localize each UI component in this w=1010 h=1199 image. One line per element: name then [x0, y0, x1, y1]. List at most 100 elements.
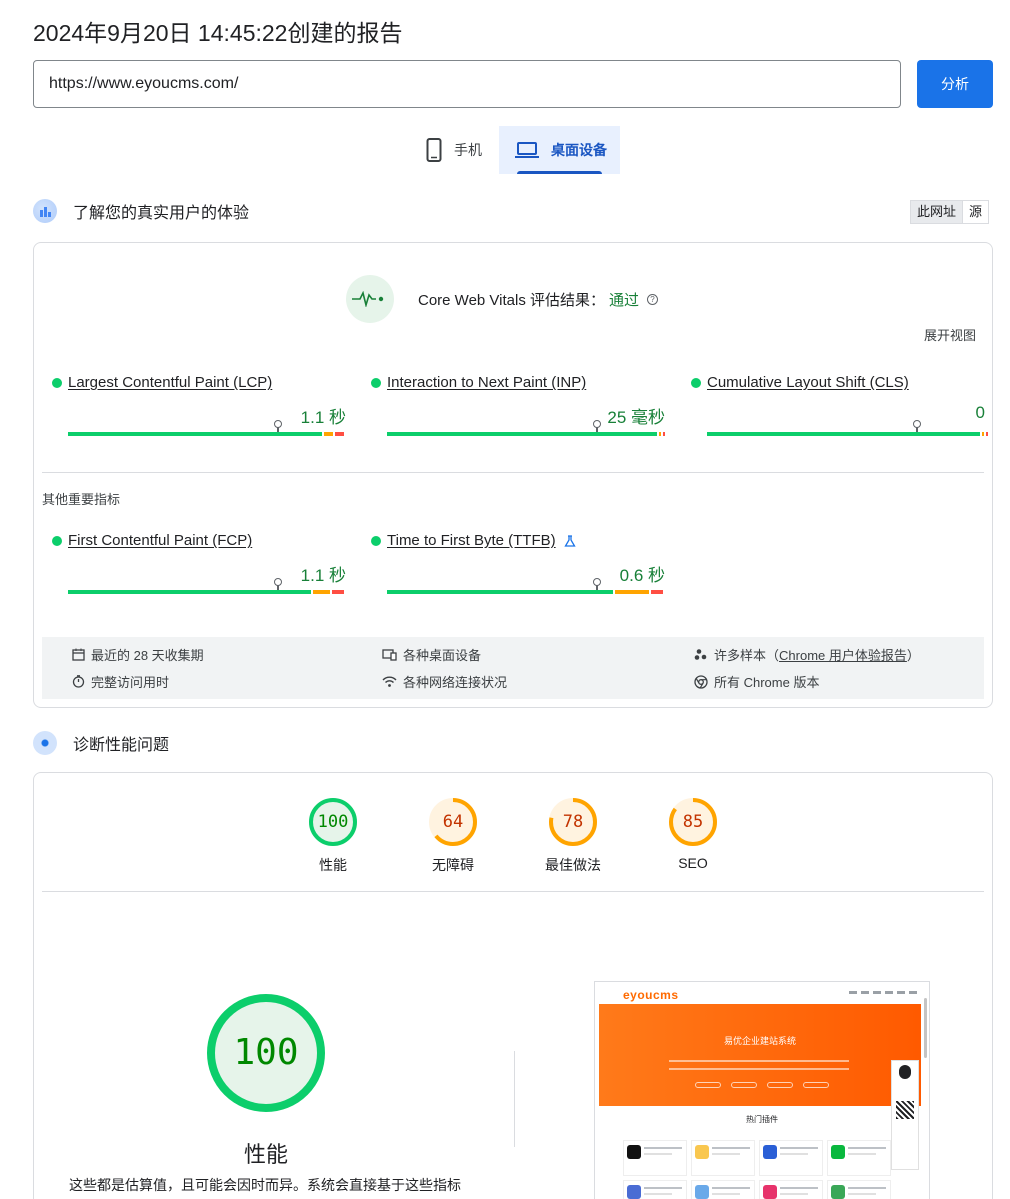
metric-inp-value: 25 毫秒	[607, 408, 665, 427]
qq-icon	[899, 1065, 911, 1079]
metric-lcp-distribution	[68, 420, 346, 439]
crux-icon	[33, 199, 57, 223]
score-best-practices-value: 78	[562, 812, 584, 832]
score-accessibility-ring: 64	[428, 797, 478, 847]
toggle-origin[interactable]: 源	[963, 201, 988, 223]
calendar-icon	[72, 648, 85, 661]
screenshot-hot-title: 热门插件	[746, 1115, 778, 1124]
tab-mobile[interactable]: 手机	[418, 126, 499, 174]
good-dot-icon	[52, 535, 62, 546]
tab-desktop[interactable]: 桌面设备	[499, 126, 620, 174]
score-performance-value: 100	[317, 812, 349, 832]
flask-icon	[563, 534, 576, 547]
metric-cls-name[interactable]: Cumulative Layout Shift (CLS)	[707, 374, 909, 391]
poor-segment	[651, 590, 663, 594]
good-segment	[68, 432, 322, 436]
poor-segment	[332, 590, 344, 594]
expand-view-link[interactable]: 展开视图	[924, 325, 976, 344]
good-dot-icon	[371, 535, 381, 546]
info-duration-text: 完整访问用时	[91, 675, 170, 690]
score-performance-label: 性能	[319, 857, 347, 873]
divider	[42, 472, 984, 473]
score-best-practices[interactable]: 78 最佳做法	[528, 797, 618, 875]
samples-icon	[694, 649, 707, 660]
poor-segment	[663, 432, 666, 436]
good-dot-icon	[52, 377, 62, 388]
average-segment	[614, 590, 650, 594]
metric-inp: Interaction to Next Paint (INP) 25 毫秒	[371, 374, 666, 439]
vertical-divider	[514, 1051, 515, 1147]
metric-fcp-name[interactable]: First Contentful Paint (FCP)	[68, 532, 252, 549]
tab-mobile-label: 手机	[454, 142, 482, 158]
score-accessibility[interactable]: 64 无障碍	[408, 797, 498, 875]
big-performance-value: 100	[233, 1032, 299, 1073]
field-section-header: 了解您的真实用户的体验	[33, 199, 249, 223]
metric-lcp-name[interactable]: Largest Contentful Paint (LCP)	[68, 374, 272, 391]
url-origin-toggle[interactable]: 此网址 源	[910, 200, 990, 224]
help-icon[interactable]: ?	[647, 293, 659, 305]
info-period: 最近的 28 天收集期	[72, 645, 204, 664]
score-best-practices-label: 最佳做法	[545, 857, 601, 873]
timer-icon	[72, 675, 85, 688]
chrome-icon	[694, 674, 708, 689]
good-segment	[68, 590, 311, 594]
score-performance[interactable]: 100 性能	[288, 797, 378, 875]
average-segment	[659, 432, 662, 436]
phone-icon	[426, 138, 442, 162]
heartbeat-icon	[346, 275, 394, 323]
metric-ttfb: Time to First Byte (TTFB) 0.6 秒	[371, 532, 665, 597]
crux-report-link[interactable]: Chrome 用户体验报告	[779, 645, 907, 664]
divider	[42, 891, 984, 892]
cwv-label: Core Web Vitals 评估结果：	[418, 291, 605, 309]
screenshot-banner-title: 易优企业建站系统	[723, 1036, 796, 1046]
good-segment	[387, 432, 658, 436]
good-segment	[707, 432, 981, 436]
average-segment	[312, 590, 331, 594]
p75-marker-icon	[273, 420, 282, 432]
laptop-icon	[515, 142, 539, 158]
poor-segment	[334, 432, 344, 436]
metric-fcp: First Contentful Paint (FCP) 1.1 秒	[52, 532, 346, 597]
poor-segment	[986, 432, 989, 436]
score-seo[interactable]: 85 SEO	[648, 797, 738, 871]
score-seo-ring: 85	[668, 797, 718, 847]
metric-lcp: Largest Contentful Paint (LCP) 1.1 秒	[52, 374, 346, 439]
toggle-url[interactable]: 此网址	[911, 201, 964, 223]
other-metrics-title: 其他重要指标	[42, 492, 121, 507]
screenshot-scrollbar	[924, 998, 927, 1058]
metric-ttfb-distribution	[387, 578, 665, 597]
lab-section-title: 诊断性能问题	[73, 737, 170, 754]
cwv-result: 通过	[609, 291, 640, 309]
average-segment	[982, 432, 985, 436]
lighthouse-icon	[33, 731, 57, 755]
info-samples-prefix: 许多样本（	[714, 648, 780, 663]
page-screenshot: eyoucms 易优企业建站系统 热门插件	[594, 981, 930, 1199]
data-info-panel: 最近的 28 天收集期 完整访问用时 各种桌面设备 各种网络连接状况 许多样本（…	[42, 637, 984, 699]
url-input[interactable]	[33, 60, 901, 108]
info-duration: 完整访问用时	[72, 672, 169, 691]
score-seo-label: SEO	[678, 855, 708, 871]
field-section-title: 了解您的真实用户的体验	[73, 205, 250, 222]
good-dot-icon	[371, 377, 381, 388]
info-versions-text: 所有 Chrome 版本	[714, 675, 820, 690]
good-dot-icon	[691, 377, 701, 388]
analyze-button[interactable]: 分析	[917, 60, 993, 108]
info-period-text: 最近的 28 天收集期	[91, 648, 204, 663]
cwv-assessment: Core Web Vitals 评估结果： 通过 ?	[346, 275, 659, 323]
metric-lcp-value: 1.1 秒	[300, 408, 346, 427]
average-segment	[323, 432, 333, 436]
big-performance-gauge: 100	[206, 993, 326, 1113]
screenshot-banner: 易优企业建站系统	[599, 1004, 921, 1106]
p75-marker-icon	[592, 578, 601, 590]
info-network: 各种网络连接状况	[382, 672, 507, 691]
info-versions: 所有 Chrome 版本	[694, 672, 819, 691]
devices-icon	[382, 649, 397, 661]
big-performance-label: 性能	[243, 1142, 288, 1167]
p75-marker-icon	[592, 420, 601, 432]
metric-ttfb-name[interactable]: Time to First Byte (TTFB)	[387, 532, 556, 549]
info-devices-text: 各种桌面设备	[403, 648, 482, 663]
metric-inp-name[interactable]: Interaction to Next Paint (INP)	[387, 374, 586, 391]
metric-ttfb-value: 0.6 秒	[619, 566, 665, 585]
metric-cls-value: 0	[975, 403, 985, 422]
info-network-text: 各种网络连接状况	[403, 675, 508, 690]
